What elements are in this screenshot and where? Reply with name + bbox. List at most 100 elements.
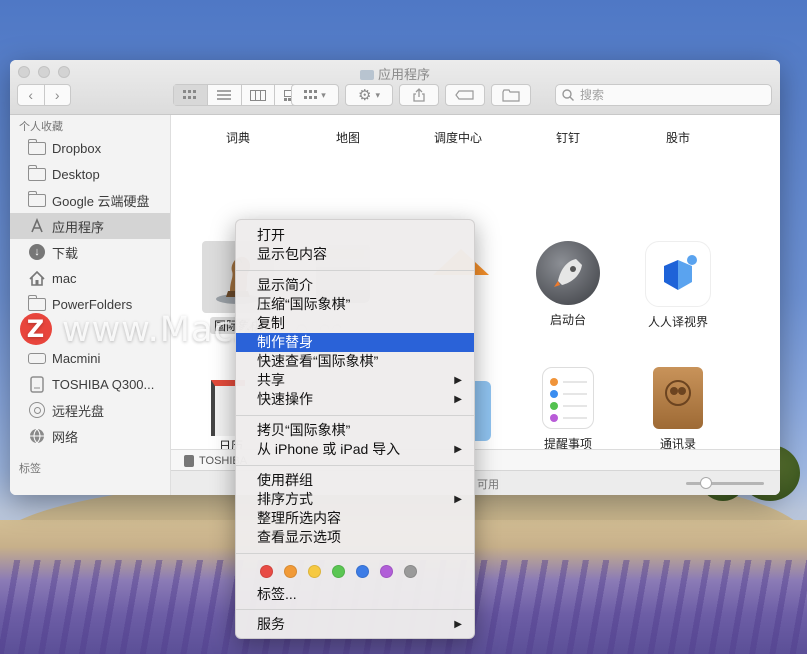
menu-item-compress[interactable]: 压缩“国际象棋” [236,295,474,314]
sidebar-item-label: Macmini [52,350,101,366]
edit-tags-button[interactable] [445,84,485,106]
menu-item-sort-by[interactable]: 排序方式 ▶ [236,490,474,509]
sidebar-item-home[interactable]: mac [10,265,170,291]
menu-item-label: 整理所选内容 [257,510,341,526]
sidebar-item-label: 远程光盘 [52,403,105,419]
app-renren-translate[interactable]: 人人译视界 [623,241,733,330]
tag-color-dot[interactable] [308,565,321,578]
menu-item-show-package[interactable]: 显示包内容 [236,245,474,264]
app-maps[interactable]: 地图 [293,129,403,146]
folder-icon [359,70,374,80]
sidebar-item-network[interactable]: 网络 [10,423,170,449]
disc-icon [27,402,47,418]
sidebar-item-label: TOSHIBA Q300... [52,376,155,392]
menu-item-label: 从 iPhone 或 iPad 导入 [257,441,401,457]
menu-item-make-alias[interactable]: 制作替身 [236,333,474,352]
sidebar-item-applications[interactable]: 应用程序 [10,213,170,239]
sidebar-item-downloads[interactable]: ↓ 下载 [10,239,170,265]
app-launchpad[interactable]: 启动台 [513,241,623,328]
app-dictionary[interactable]: 词典 [183,129,293,146]
app-stocks[interactable]: 股市 [623,129,733,146]
app-mission-control[interactable]: 调度中心 [403,129,513,146]
sidebar-item-remote-disc[interactable]: 远程光盘 [10,397,170,423]
submenu-arrow-icon: ▶ [454,444,462,455]
action-button[interactable]: ⚙ ▾ [345,84,393,106]
app-label: 调度中心 [433,131,482,145]
new-folder-button[interactable] [491,84,531,106]
share-icon [413,88,425,102]
menu-item-import-from-iphone[interactable]: 从 iPhone 或 iPad 导入 ▶ [236,440,474,459]
sidebar-item-toshiba[interactable]: TOSHIBA Q300... [10,371,170,397]
submenu-arrow-icon: ▶ [454,394,462,405]
sidebar-favorites-header: 个人收藏 [19,121,63,133]
menu-item-tags[interactable]: 标签... [236,585,474,604]
menu-item-label: 制作替身 [257,334,313,350]
sidebar-item-label: 应用程序 [52,219,105,235]
tag-color-dot[interactable] [404,565,417,578]
menu-item-label: 显示包内容 [257,246,327,262]
menu-item-label: 拷贝“国际象棋” [257,422,351,438]
tag-color-dot[interactable] [356,565,369,578]
menu-item-view-options[interactable]: 查看显示选项 [236,528,474,547]
external-drive-icon [27,375,47,393]
tag-color-dot[interactable] [284,565,297,578]
applications-icon [27,218,47,234]
app-contacts[interactable]: 通讯录 [623,367,733,449]
menu-item-label: 服务 [257,616,285,632]
menu-item-quick-actions[interactable]: 快速操作 ▶ [236,390,474,409]
tag-icon [455,90,474,100]
translate-app-icon [645,241,711,307]
reminders-icon [542,367,594,429]
columns-icon [249,89,266,101]
app-label: 提醒事项 [543,437,592,449]
tag-color-dot[interactable] [260,565,273,578]
menu-item-services[interactable]: 服务 ▶ [236,615,474,634]
slider-knob[interactable] [699,477,712,489]
search-field[interactable] [555,84,772,106]
menu-item-open[interactable]: 打开 [236,226,474,245]
share-button[interactable] [399,84,439,106]
menu-separator [236,270,474,271]
menu-separator [236,609,474,610]
sidebar-item-desktop[interactable]: Desktop [10,161,170,187]
list-icon [217,90,232,100]
sidebar-item-google-drive[interactable]: Google 云端硬盘 [10,187,170,213]
sidebar-item-dropbox[interactable]: Dropbox [10,135,170,161]
folder-icon [27,190,47,208]
group-by-button[interactable]: ▾ [291,84,339,106]
column-view-button[interactable] [240,85,275,105]
menu-item-clean-up[interactable]: 整理所选内容 [236,509,474,528]
menu-item-quick-look[interactable]: 快速查看“国际象棋” [236,352,474,371]
forward-button[interactable]: › [43,85,71,105]
sidebar-item-label: Desktop [52,166,100,182]
tag-color-dot[interactable] [332,565,345,578]
sidebar-item-label: mac [52,270,77,286]
grid-icon [183,90,197,99]
search-icon [562,89,574,101]
menu-item-duplicate[interactable]: 复制 [236,314,474,333]
downloads-icon: ↓ [27,244,47,260]
app-label: 词典 [225,131,250,145]
submenu-arrow-icon: ▶ [454,619,462,630]
tag-color-dot[interactable] [380,565,393,578]
search-input[interactable] [578,87,762,103]
folder-icon [27,138,47,156]
app-label: 地图 [335,131,360,145]
icon-size-slider[interactable] [686,477,764,489]
window-title: 应用程序 [10,64,780,83]
menu-item-get-info[interactable]: 显示简介 [236,276,474,295]
app-label: 通讯录 [659,437,696,449]
menu-item-copy[interactable]: 拷贝“国际象棋” [236,421,474,440]
app-label: 日历 [219,439,244,449]
app-dingtalk[interactable]: 钉钉 [513,129,623,146]
app-reminders[interactable]: 提醒事项 [513,367,623,449]
list-view-button[interactable] [206,85,241,105]
menu-item-label: 压缩“国际象棋” [257,296,351,312]
menu-item-share[interactable]: 共享 ▶ [236,371,474,390]
icon-view-button[interactable] [174,85,207,105]
menu-item-use-groups[interactable]: 使用群组 [236,471,474,490]
menu-item-label: 快速查看“国际象棋” [257,353,379,369]
app-label: 人人译视界 [647,315,708,329]
back-button[interactable]: ‹ [18,85,44,105]
app-label: 钉钉 [555,131,580,145]
